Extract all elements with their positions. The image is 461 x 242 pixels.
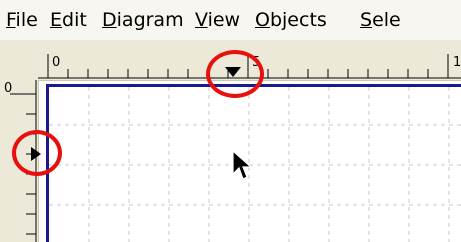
ruler-corner — [0, 40, 39, 81]
menu-select[interactable]: Sele — [360, 8, 401, 32]
menu-bar: File Edit Diagram View Objects Sele — [0, 0, 461, 41]
ruler-label-ten: 1 — [453, 55, 461, 70]
canvas-grid — [49, 87, 461, 242]
menu-file[interactable]: File — [6, 8, 38, 32]
menu-diagram[interactable]: Diagram — [102, 8, 184, 32]
highlight-circle-vertical-marker — [12, 130, 62, 176]
ruler-label-zero: 0 — [52, 55, 61, 70]
menu-objects[interactable]: Objects — [255, 8, 327, 32]
menu-edit[interactable]: Edit — [50, 8, 87, 32]
arrow-cursor-icon — [232, 150, 253, 180]
menu-view[interactable]: View — [195, 8, 240, 32]
highlight-circle-horizontal-marker — [206, 50, 264, 98]
ruler-label-vertical-zero: 0 — [4, 81, 13, 96]
diagram-editor-window: File Edit Diagram View Objects Sele 0 5 … — [0, 0, 461, 242]
